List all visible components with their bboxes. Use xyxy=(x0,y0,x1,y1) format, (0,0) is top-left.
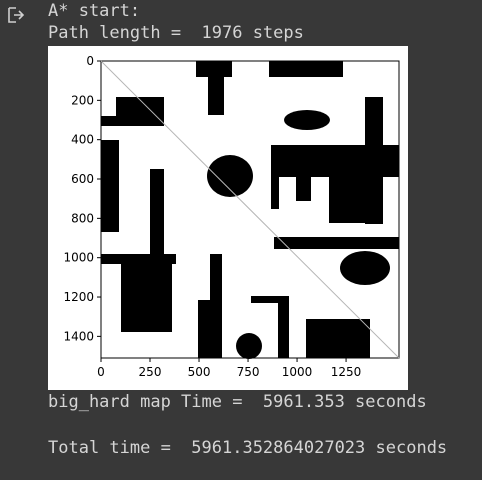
x-tick-label: 1000 xyxy=(282,365,313,379)
x-tick-label: 0 xyxy=(97,365,105,379)
output-arrow-icon xyxy=(8,7,25,23)
y-tick-label: 0 xyxy=(86,54,94,68)
y-tick-label: 200 xyxy=(71,93,94,107)
map-time-line: big_hard map Time = 5961.353 seconds xyxy=(48,392,427,412)
path-length-line: Path length = 1976 steps xyxy=(48,23,304,43)
x-tick-label: 500 xyxy=(188,365,211,379)
x-axis: 0 250 500 750 1000 1250 xyxy=(97,358,361,379)
map-plot: 0 200 400 600 800 1000 1200 1400 0 250 500 750 1000… xyxy=(48,46,408,390)
x-tick-label: 250 xyxy=(139,365,162,379)
y-tick-label: 1400 xyxy=(63,329,94,343)
y-axis: 0 200 400 600 800 1000 1200 1400 xyxy=(63,54,101,343)
total-time-line: Total time = 5961.352864027023 seconds xyxy=(48,438,448,458)
map-canvas xyxy=(100,60,400,359)
astar-start-line: A* start: xyxy=(48,1,141,21)
y-tick-label: 1200 xyxy=(63,290,94,304)
y-tick-label: 600 xyxy=(71,172,94,186)
x-tick-label: 750 xyxy=(237,365,260,379)
x-tick-label: 1250 xyxy=(331,365,362,379)
y-tick-label: 800 xyxy=(71,211,94,225)
y-tick-label: 1000 xyxy=(63,251,94,265)
y-tick-label: 400 xyxy=(71,133,94,147)
